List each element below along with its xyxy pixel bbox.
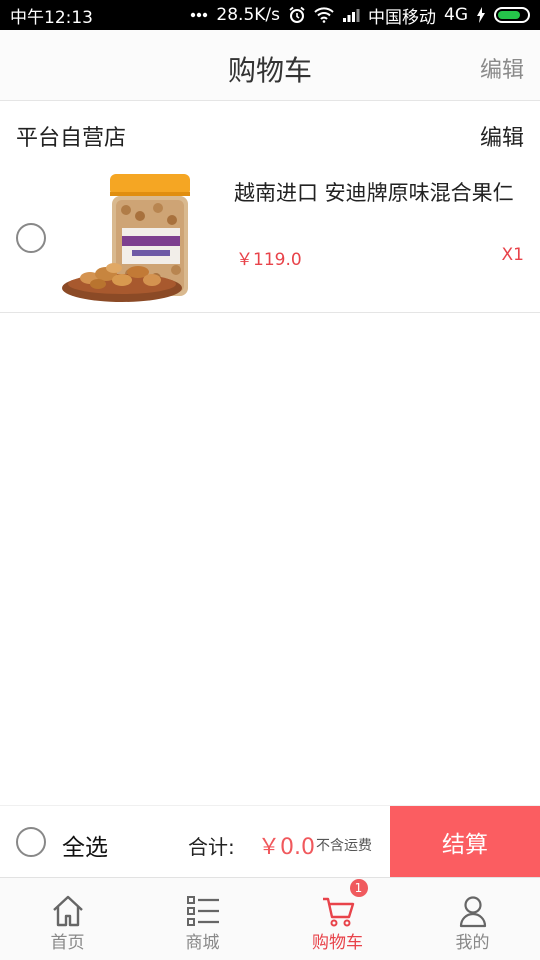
nav-label-cart: 购物车 (312, 933, 363, 953)
checkout-bar: 全选 合计: ￥0.0 不含运费 结算 (0, 805, 540, 878)
nav-label-home: 首页 (50, 933, 85, 953)
user-icon (456, 894, 490, 928)
header-edit-button[interactable]: 编辑 (480, 52, 524, 84)
status-time: 中午12:13 (10, 7, 93, 28)
total-label: 合计: (188, 835, 235, 859)
header: 购物车 编辑 (0, 30, 540, 101)
item-select-radio[interactable] (16, 223, 46, 253)
battery-icon (494, 7, 530, 23)
network-type: 4G (444, 5, 468, 25)
product-image[interactable] (60, 166, 195, 308)
bottom-nav: 首页 商城 1 购物车 我的 (0, 877, 540, 960)
wifi-icon (314, 7, 334, 23)
select-all-label[interactable]: 全选 (62, 828, 108, 862)
more-dots-icon (190, 12, 208, 18)
store-edit-button[interactable]: 编辑 (480, 120, 524, 152)
status-bar: 中午12:13 28.5K/s 中国移动 4G (0, 0, 540, 30)
product-name[interactable]: 越南进口 安迪牌原味混合果仁 (234, 180, 524, 206)
list-icon (186, 894, 220, 928)
cart-icon (321, 894, 355, 928)
checkout-button[interactable]: 结算 (390, 806, 540, 878)
total-amount: ￥0.0 (258, 835, 315, 860)
store-header: 平台自营店 编辑 (0, 102, 540, 160)
nav-item-mall[interactable]: 商城 (135, 878, 270, 960)
carrier-name: 中国移动 (368, 7, 436, 28)
alarm-icon (288, 6, 306, 24)
network-speed: 28.5K/s (216, 5, 280, 25)
nav-label-mall: 商城 (185, 933, 220, 953)
nav-label-mine: 我的 (455, 933, 490, 953)
home-icon (51, 894, 85, 928)
signal-icon (342, 8, 360, 22)
cart-item: 越南进口 安迪牌原味混合果仁 ￥119.0 X1 (0, 160, 540, 313)
product-quantity: X1 (501, 245, 524, 265)
nav-item-cart[interactable]: 1 购物车 (270, 878, 405, 960)
select-all-radio[interactable] (16, 827, 46, 857)
store-name: 平台自营店 (16, 126, 127, 151)
cart-badge: 1 (349, 879, 368, 897)
nav-item-home[interactable]: 首页 (0, 878, 135, 960)
charging-icon (476, 7, 486, 23)
product-price: ￥119.0 (236, 250, 302, 270)
page-title: 购物车 (227, 54, 312, 87)
nav-item-mine[interactable]: 我的 (405, 878, 540, 960)
shipping-note: 不含运费 (316, 838, 372, 854)
